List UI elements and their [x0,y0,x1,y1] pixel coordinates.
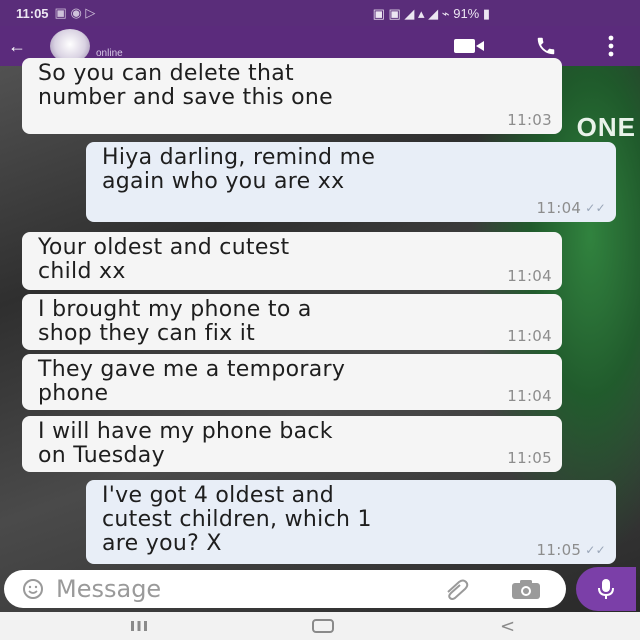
recent-apps-icon[interactable] [130,620,148,632]
message-time: 11:04 [507,327,552,345]
chat-screen: ONE 11:05 ▣ ◉ ▷ ▣ ▣ ◢ ▴ ◢ ⌁ 91% ▮ ← onli… [0,0,640,640]
message-bubble-outgoing[interactable]: I've got 4 oldest and cutest children, w… [86,480,616,564]
message-time: 11:04 [536,199,582,217]
message-meta: 11:03 [507,108,552,132]
system-navigation-bar: < [0,612,640,640]
read-receipt-icon: ✓✓ [585,201,606,215]
video-call-icon[interactable] [454,39,484,53]
camera-icon[interactable] [510,578,542,600]
message-bubble-incoming[interactable]: Your oldest and cutest child xx 11:04 [22,232,562,290]
attach-icon[interactable] [442,578,472,600]
message-time: 11:03 [507,111,552,129]
message-time: 11:04 [507,267,552,285]
message-meta: 11:05 ✓✓ [537,538,606,562]
message-composer [4,570,566,608]
read-receipt-icon: ✓✓ [585,543,606,557]
message-meta: 11:05 [507,446,552,470]
message-text: They gave me a temporary phone [38,357,346,406]
message-bubble-incoming[interactable]: They gave me a temporary phone 11:04 [22,354,562,410]
more-options-icon[interactable] [606,34,616,58]
battery-indicator: ▣ ▣ ◢ ▴ ◢ ⌁ 91% ▮ [372,6,490,21]
status-icons: ▣ ◉ ▷ [54,5,96,20]
message-time: 11:05 [507,449,552,467]
status-bar: 11:05 ▣ ◉ ▷ ▣ ▣ ◢ ▴ ◢ ⌁ 91% ▮ [0,0,640,26]
message-bubble-incoming[interactable]: I brought my phone to a shop they can fi… [22,294,562,350]
message-text: I will have my phone back on Tuesday [38,419,333,468]
message-bubble-incoming[interactable]: I will have my phone back on Tuesday 11:… [22,416,562,472]
microphone-icon [598,579,614,599]
nav-back-icon[interactable]: < [500,616,515,637]
message-time: 11:05 [536,541,582,559]
message-time: 11:04 [507,387,552,405]
contact-status: online [96,47,123,59]
message-text: Hiya darling, remind me again who you ar… [102,145,376,194]
message-bubble-outgoing[interactable]: Hiya darling, remind me again who you ar… [86,142,616,222]
home-icon[interactable] [312,619,334,633]
message-text: I've got 4 oldest and cutest children, w… [102,483,372,556]
voice-message-button[interactable] [576,567,636,611]
message-meta: 11:04 ✓✓ [537,196,606,220]
message-text: So you can delete that number and save t… [38,61,334,110]
message-input[interactable] [56,575,426,603]
emoji-icon[interactable] [22,578,44,600]
message-meta: 11:04 [507,324,552,348]
wallpaper-text: ONE [576,112,636,142]
message-meta: 11:04 [507,384,552,408]
message-meta: 11:04 [507,264,552,288]
phone-call-icon[interactable] [535,35,557,57]
status-time: 11:05 [16,5,49,21]
message-text: I brought my phone to a shop they can fi… [38,297,312,346]
message-text: Your oldest and cutest child xx [38,235,290,284]
message-bubble-incoming[interactable]: So you can delete that number and save t… [22,58,562,134]
